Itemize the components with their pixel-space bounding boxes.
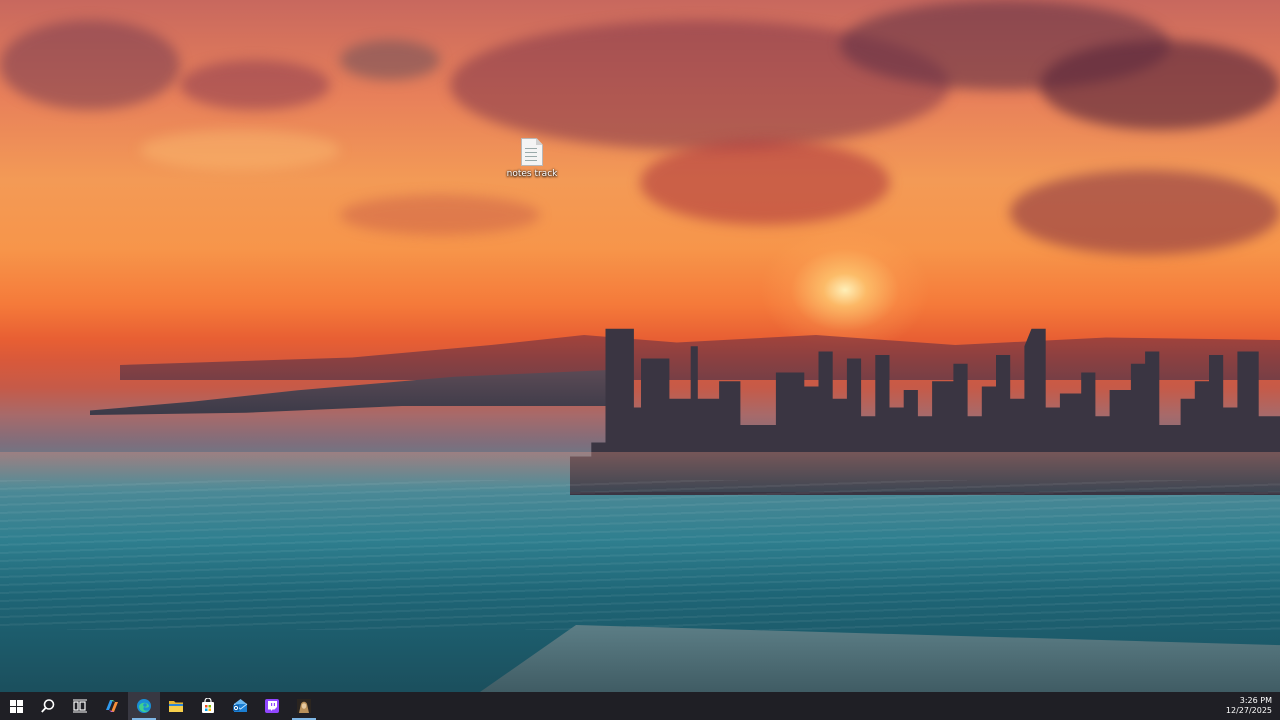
wallpaper-water-ripples [0,480,1280,630]
desktop-wallpaper[interactable]: notes track [0,0,1280,692]
wallpaper-sun [760,225,930,355]
twitch-button[interactable] [256,692,288,720]
taskbar: 3:26 PM 12/27/2025 [0,692,1280,720]
search-button[interactable] [32,692,64,720]
task-view-button[interactable] [64,692,96,720]
desktop-icon-label: notes track [506,169,558,179]
mail-button[interactable] [224,692,256,720]
wallpaper-pool-deck [480,625,1280,692]
copilot-button[interactable] [96,692,128,720]
store-bag-icon [202,698,214,713]
app-taskbar-button[interactable] [288,692,320,720]
start-button[interactable] [0,692,32,720]
task-view-icon [73,699,87,713]
windows-logo-icon [9,699,23,713]
wallpaper-cloud [340,40,440,80]
wallpaper-hills [120,335,1280,380]
mail-icon [233,699,248,712]
edge-taskbar-button[interactable] [128,692,160,720]
file-explorer-button[interactable] [160,692,192,720]
store-button[interactable] [192,692,224,720]
search-icon [41,699,55,713]
wallpaper-cloud [340,195,540,235]
wallpaper-cloud [140,130,340,170]
system-clock[interactable]: 3:26 PM 12/27/2025 [1226,692,1272,720]
folder-icon [169,701,183,712]
wallpaper-cloud [0,20,180,110]
desktop-icon-notes-track[interactable]: notes track [504,138,560,188]
clock-time: 3:26 PM [1239,696,1272,705]
wallpaper-cloud [180,60,330,110]
edge-browser-icon [137,699,151,713]
avatar-app-icon [297,699,311,713]
clock-date: 12/27/2025 [1225,706,1272,715]
wallpaper-cloud [640,140,890,225]
text-file-icon [521,138,543,166]
twitch-icon [265,699,279,713]
wallpaper-cloud [1010,170,1280,255]
copilot-icon [106,700,118,712]
wallpaper-cloud [1040,40,1280,130]
